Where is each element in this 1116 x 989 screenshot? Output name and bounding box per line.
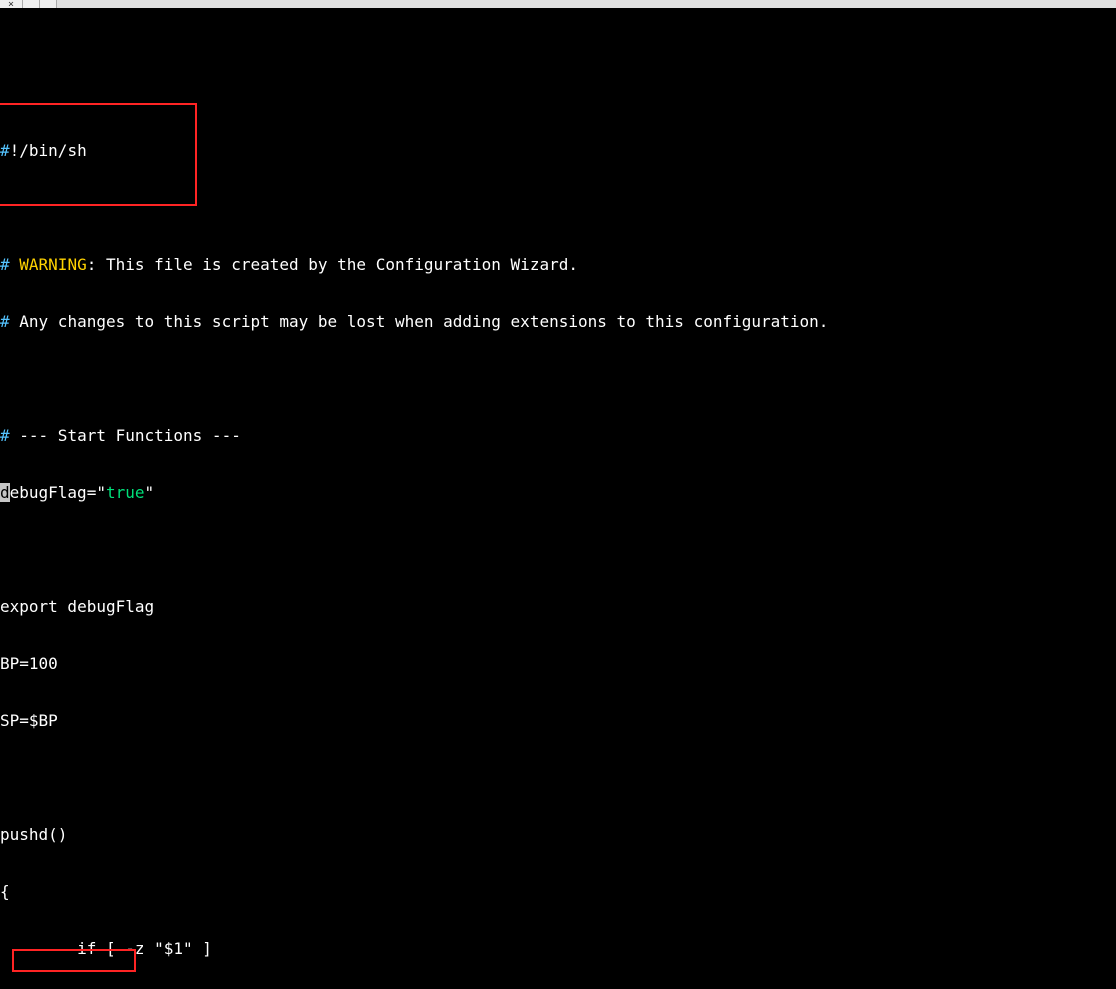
code-line: # WARNING: This file is created by the C…	[0, 255, 1116, 274]
comment-hash: #	[0, 426, 10, 445]
code-line: export debugFlag	[0, 597, 1116, 616]
comment-hash: #	[0, 312, 10, 331]
comment-hash: #	[0, 255, 10, 274]
editor-tab-1[interactable]: ×	[0, 0, 23, 8]
editor-tab-2[interactable]	[23, 0, 40, 8]
text-cursor: d	[0, 483, 10, 502]
code-line: {	[0, 882, 1116, 901]
code-line	[0, 540, 1116, 559]
code-line: debugFlag="true"	[0, 483, 1116, 502]
string-literal: true	[106, 483, 145, 502]
warning-keyword: WARNING	[10, 255, 87, 274]
close-icon[interactable]: ×	[8, 0, 14, 8]
code-line: pushd()	[0, 825, 1116, 844]
code-line: #!/bin/sh	[0, 141, 1116, 160]
comment-hash: #	[0, 141, 10, 160]
code-line	[0, 768, 1116, 787]
code-line: if [ -z "$1" ]	[0, 939, 1116, 958]
editor-tab-3[interactable]	[40, 0, 57, 8]
code-line	[0, 198, 1116, 217]
tab-bar[interactable]: ×	[0, 0, 1116, 8]
code-line: # --- Start Functions ---	[0, 426, 1116, 445]
code-line: # Any changes to this script may be lost…	[0, 312, 1116, 331]
code-line: SP=$BP	[0, 711, 1116, 730]
code-line	[0, 369, 1116, 388]
code-line: BP=100	[0, 654, 1116, 673]
code-editor[interactable]: #!/bin/sh # WARNING: This file is create…	[0, 8, 1116, 989]
